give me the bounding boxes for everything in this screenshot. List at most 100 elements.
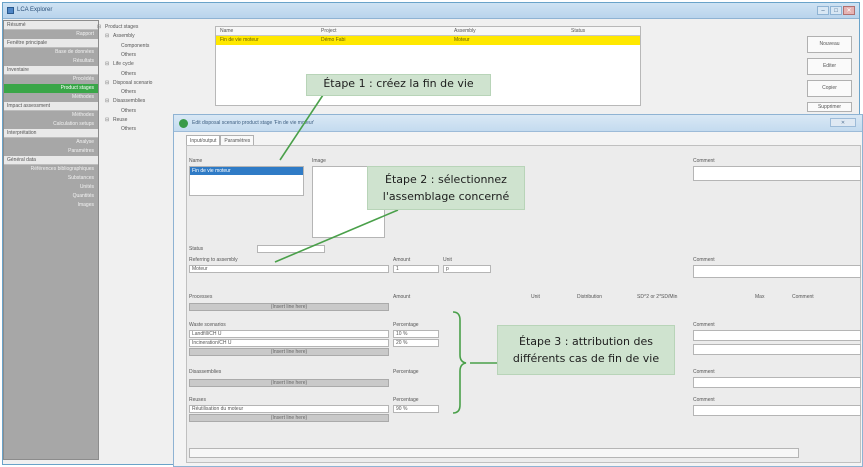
reuse-row[interactable]: Réutilisation du moteur [189, 405, 389, 413]
comment-label-3: Comment [693, 322, 715, 328]
waste-row[interactable]: Landfill/CH U [189, 330, 389, 338]
dialog-close-button[interactable]: ✕ [830, 118, 856, 127]
tree-item[interactable]: Product stages [105, 24, 138, 30]
callout-step2: Étape 2 : sélectionnez l'assemblage conc… [367, 166, 525, 210]
nav-group-interpr-tation[interactable]: Interprétation [4, 129, 98, 138]
name-label: Name [189, 158, 203, 164]
col-header-name[interactable]: Name [220, 28, 233, 34]
callout-step2-line2: l'assemblage concerné [382, 190, 510, 203]
comment-field-4[interactable] [693, 344, 861, 355]
reuse-insert-line[interactable]: (Insert line here) [189, 414, 389, 422]
waste-row-pct[interactable]: 10 % [393, 330, 439, 338]
disassembly-insert-line[interactable]: (Insert line here) [189, 379, 389, 387]
tree-item[interactable]: Others [121, 52, 136, 58]
nav-group-impact-assessment[interactable]: Impact assessment [4, 102, 98, 111]
tree-item[interactable]: Others [121, 89, 136, 95]
comment-label-5: Comment [693, 397, 715, 403]
tree-expander-icon[interactable]: ⊟ [97, 24, 101, 30]
col-sd: SD^2 or 2*SD/Min [637, 294, 678, 300]
nav-group-g-n-ral-data[interactable]: Général data [4, 156, 98, 165]
copy-button[interactable]: Copier [807, 80, 852, 97]
processes-label: Processes [189, 294, 213, 300]
reuse-percentage-label: Percentage [393, 397, 419, 403]
ref-amount-field[interactable]: 1 [393, 265, 439, 273]
tree-expander-icon[interactable]: ⊟ [105, 33, 109, 39]
callout-step3-line2: différents cas de fin de vie [512, 352, 660, 365]
tab-input-output[interactable]: Input/output [186, 135, 221, 145]
sidebar-item-r-f-rences-bibliographiques[interactable]: Références bibliographiques [4, 165, 98, 174]
tree-item[interactable]: Disassemblies [113, 98, 145, 104]
tree-item[interactable]: Disposal scenario [113, 80, 152, 86]
comment-field-5[interactable] [693, 377, 861, 388]
image-label: Image [312, 158, 326, 164]
name-field-selected[interactable]: Fin de vie moteur [190, 167, 303, 175]
col-header-assembly[interactable]: Assembly [454, 28, 476, 34]
left-navigation: Résumé Rapport Fenêtre principale Base de d… [3, 20, 99, 460]
comment-field[interactable] [693, 166, 861, 181]
sidebar-item-substances[interactable]: Substances [4, 174, 98, 183]
waste-row-pct[interactable]: 20 % [393, 339, 439, 347]
sidebar-item-base-de-donn-es[interactable]: Base de données [4, 48, 98, 57]
new-button[interactable]: Nouveau [807, 36, 852, 53]
nav-group-fen-tre-principale[interactable]: Fenêtre principale [4, 39, 98, 48]
sidebar-item-proc-d-s[interactable]: Procédés [4, 75, 98, 84]
dialog-title: Edit disposal scenario product stage 'Fi… [192, 120, 315, 126]
sidebar-item-rapport[interactable]: Rapport [4, 30, 98, 39]
tree-expander-icon[interactable]: ⊟ [105, 98, 109, 104]
tree-expander-icon[interactable]: ⊟ [105, 80, 109, 86]
callout-step3-line1: Étape 3 : attribution des [519, 335, 653, 348]
waste-percentage-label: Percentage [393, 322, 419, 328]
horizontal-scrollbar[interactable] [189, 448, 799, 458]
sidebar-item-unit-s[interactable]: Unités [4, 183, 98, 192]
table-row-selected[interactable]: Fin de vie moteur Démo Fabi Moteur [216, 36, 640, 45]
app-icon [7, 7, 14, 14]
callout-step2-line1: Étape 2 : sélectionnez [385, 173, 507, 186]
sidebar-item-param-tres[interactable]: Paramètres [4, 147, 98, 156]
nav-group-r-sum[interactable]: Résumé [4, 21, 98, 30]
sidebar-item-analyse[interactable]: Analyse [4, 138, 98, 147]
comment-label-2: Comment [693, 257, 715, 263]
status-field[interactable] [257, 245, 325, 253]
comment-field-6[interactable] [693, 405, 861, 416]
tree-item[interactable]: Life cycle [113, 61, 134, 67]
ref-amount-label: Amount [393, 257, 411, 263]
sidebar-item-product-stages[interactable]: Product stages [4, 84, 98, 93]
name-box[interactable]: Fin de vie moteur [189, 166, 304, 196]
tree-expander-icon[interactable]: ⊟ [105, 61, 109, 67]
nav-group-inventaire[interactable]: Inventaire [4, 66, 98, 75]
tree-item[interactable]: Others [121, 108, 136, 114]
col-header-status[interactable]: Status [571, 28, 585, 34]
reuse-row-pct[interactable]: 90 % [393, 405, 439, 413]
title-bar: LCA Explorer – □ ✕ [3, 3, 859, 19]
tree-item[interactable]: Components [121, 43, 149, 49]
sidebar-item-images[interactable]: Images [4, 201, 98, 210]
tree-item[interactable]: Others [121, 71, 136, 77]
disassembly-percentage-label: Percentage [393, 369, 419, 375]
sidebar-item-r-sultats[interactable]: Résultats [4, 57, 98, 66]
tree-expander-icon[interactable]: ⊟ [105, 117, 109, 123]
sidebar-item-quantit-s[interactable]: Quantités [4, 192, 98, 201]
minimize-icon[interactable]: – [817, 6, 829, 15]
ref-unit-field[interactable]: p [443, 265, 491, 273]
delete-button[interactable]: Supprimer [807, 102, 852, 112]
edit-button[interactable]: Editer [807, 58, 852, 75]
comment-field-2[interactable] [693, 265, 861, 278]
comment-label: Comment [693, 158, 715, 164]
processes-insert-line[interactable]: (Insert line here) [189, 303, 389, 311]
comment-field-3[interactable] [693, 330, 861, 341]
waste-insert-line[interactable]: (Insert line here) [189, 348, 389, 356]
maximize-icon[interactable]: □ [830, 6, 842, 15]
cell-name: Fin de vie moteur [220, 37, 259, 43]
tab-parameters[interactable]: Paramètres [220, 135, 255, 145]
tree-item[interactable]: Assembly [113, 33, 135, 39]
tree-item[interactable]: Reuse [113, 117, 127, 123]
col-header-project[interactable]: Project [321, 28, 337, 34]
waste-row[interactable]: Incineration/CH U [189, 339, 389, 347]
ref-assembly-field[interactable]: Moteur [189, 265, 389, 273]
callout-step1: Étape 1 : créez la fin de vie [306, 74, 491, 96]
sidebar-item-m-thodes[interactable]: Méthodes [4, 111, 98, 120]
tree-item[interactable]: Others [121, 126, 136, 132]
sidebar-item-m-thodes[interactable]: Méthodes [4, 93, 98, 102]
sidebar-item-calculation-setups[interactable]: Calculation setups [4, 120, 98, 129]
close-icon[interactable]: ✕ [843, 6, 855, 15]
